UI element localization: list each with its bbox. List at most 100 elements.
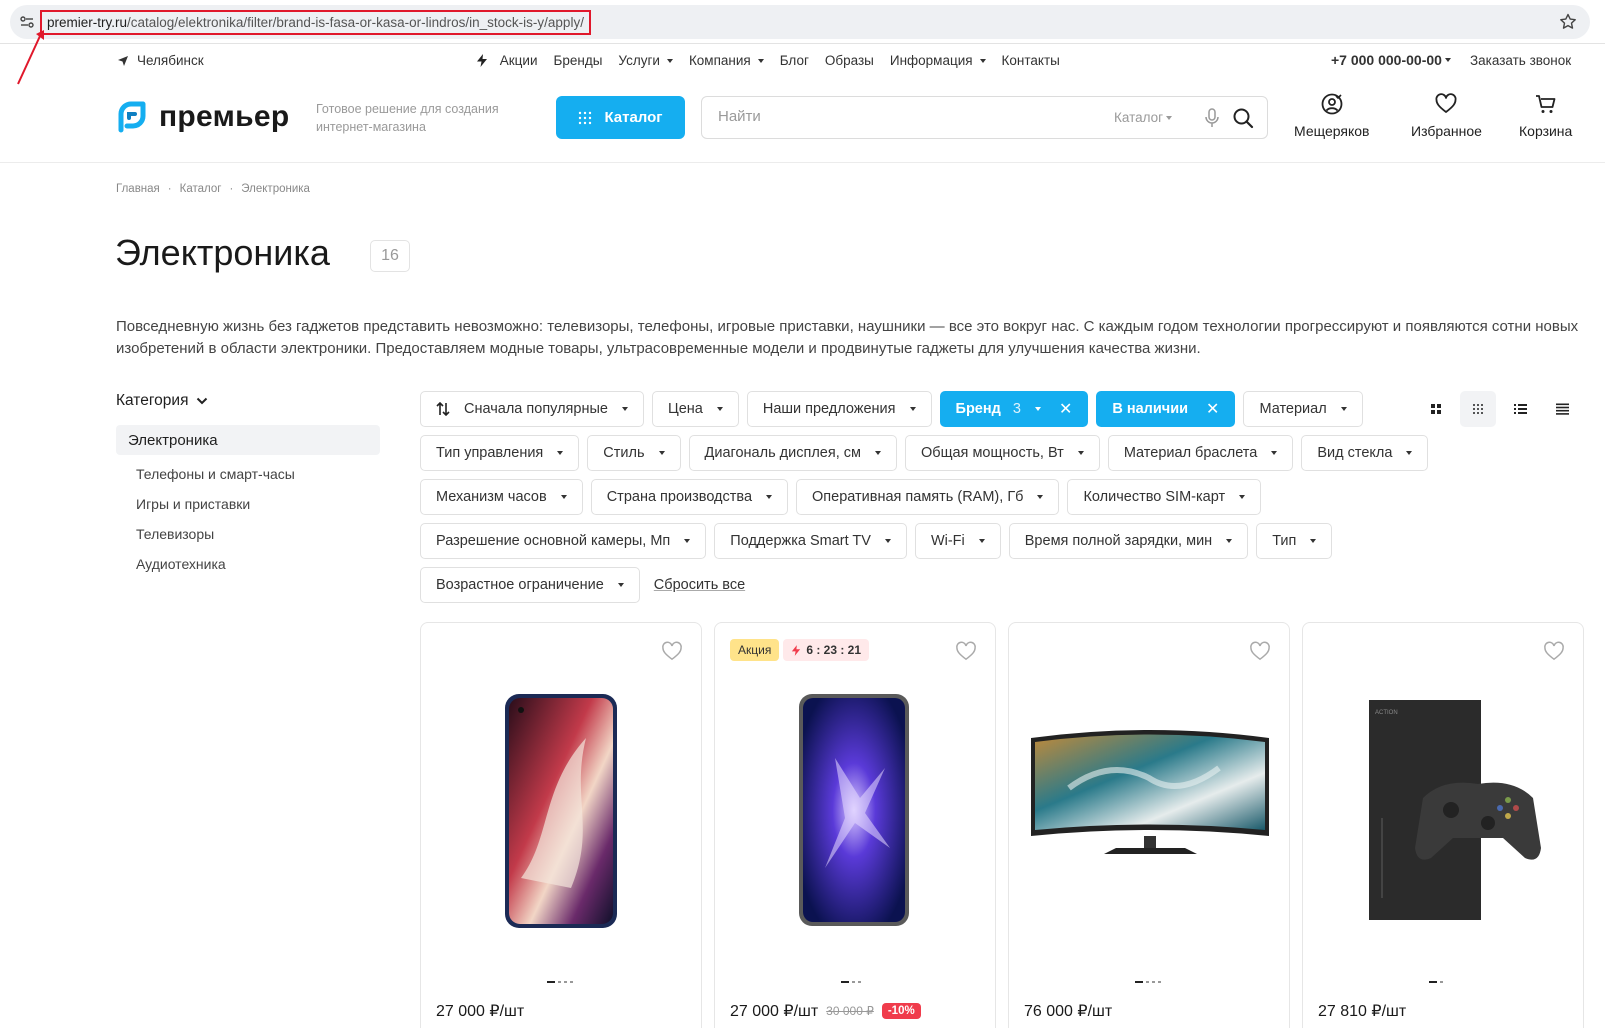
view-list-button[interactable] — [1502, 391, 1538, 427]
nav-brands[interactable]: Бренды — [554, 53, 603, 68]
logo-mark-icon — [118, 101, 146, 133]
image-pagination[interactable] — [1429, 981, 1443, 983]
sidebar-item[interactable]: Телевизоры — [136, 526, 295, 556]
filter-chip-in-stock[interactable]: В наличии ✕ — [1096, 391, 1236, 427]
breadcrumb-home[interactable]: Главная — [116, 183, 160, 195]
address-bar[interactable]: premier-try.ru/catalog/elektronika/filte… — [10, 5, 1590, 39]
catalog-button[interactable]: Каталог — [556, 96, 685, 139]
chevron-down-icon — [617, 583, 624, 587]
list-icon — [1513, 404, 1527, 414]
filter-chip-price[interactable]: Цена — [651, 391, 739, 427]
sidebar-item[interactable]: Телефоны и смарт-часы — [136, 466, 295, 496]
reset-filters-link[interactable]: Сбросить все — [647, 567, 752, 603]
grid-large-icon — [1431, 404, 1441, 414]
view-table-button[interactable] — [1544, 391, 1580, 427]
product-image[interactable] — [715, 678, 996, 928]
heart-icon[interactable] — [1543, 641, 1565, 661]
image-pagination[interactable] — [841, 981, 861, 983]
close-icon[interactable]: ✕ — [1206, 399, 1219, 419]
image-pagination[interactable] — [1135, 981, 1161, 983]
favorites-link[interactable]: Избранное — [1411, 92, 1482, 139]
sidebar-item-active[interactable]: Электроника — [116, 425, 380, 455]
logo[interactable]: премьер — [115, 100, 289, 134]
cart-link[interactable]: Корзина — [1519, 92, 1572, 139]
product-card[interactable]: 76 000 ₽/шт — [1008, 622, 1290, 1028]
nav-promotions[interactable]: Акции — [476, 53, 538, 68]
heart-icon[interactable] — [661, 641, 683, 661]
header-divider — [0, 162, 1605, 163]
close-icon[interactable]: ✕ — [1059, 399, 1072, 419]
chevron-down-icon — [766, 495, 773, 499]
sidebar-item[interactable]: Аудиотехника — [136, 556, 295, 586]
filter-chip-glass[interactable]: Вид стекла — [1301, 435, 1429, 471]
product-price: 27 000 ₽/шт 30 000 ₽ -10% — [730, 1001, 921, 1021]
category-toggle[interactable]: Категория — [116, 392, 208, 410]
product-image[interactable] — [1009, 678, 1290, 928]
chevron-down-icon — [560, 495, 567, 499]
breadcrumb-catalog[interactable]: Каталог — [180, 183, 222, 195]
bookmark-star-icon[interactable] — [1558, 12, 1578, 32]
heart-icon[interactable] — [1249, 641, 1271, 661]
profile-link[interactable]: Мещеряков — [1294, 92, 1369, 139]
subcategory-list: Телефоны и смарт-часы Игры и приставки Т… — [136, 466, 295, 586]
filter-chip-movement[interactable]: Механизм часов — [420, 479, 583, 515]
location-arrow-icon — [118, 55, 128, 66]
nav-info[interactable]: Информация — [890, 53, 986, 68]
nav-contacts[interactable]: Контакты — [1002, 53, 1060, 68]
filter-chip-sim[interactable]: Количество SIM-карт — [1067, 479, 1262, 515]
sort-icon — [436, 402, 450, 416]
filter-chip-type[interactable]: Тип — [1256, 523, 1333, 559]
image-pagination[interactable] — [547, 981, 573, 983]
phone-number[interactable]: +7 000 000-00-00 — [1331, 52, 1451, 68]
top-nav: Акции Бренды Услуги Компания Блог Образы… — [476, 53, 1060, 68]
product-price: 76 000 ₽/шт — [1024, 1003, 1113, 1020]
filter-bar: Сначала популярные Цена Наши предложения… — [420, 391, 1460, 603]
filter-chip-wifi[interactable]: Wi-Fi — [914, 523, 1001, 559]
heart-icon[interactable] — [955, 641, 977, 661]
chevron-down-icon — [1034, 407, 1041, 411]
filter-chip-ram[interactable]: Оперативная память (RAM), Гб — [796, 479, 1060, 515]
url-text[interactable]: premier-try.ru/catalog/elektronika/filte… — [40, 10, 591, 35]
nav-looks[interactable]: Образы — [825, 53, 874, 68]
microphone-icon[interactable] — [1202, 107, 1222, 129]
filter-chip-country[interactable]: Страна производства — [590, 479, 789, 515]
callback-link[interactable]: Заказать звонок — [1470, 53, 1571, 68]
view-small-grid-button[interactable] — [1460, 391, 1496, 427]
logo-text: премьер — [159, 100, 290, 133]
filter-chip-brand[interactable]: Бренд 3 ✕ — [939, 391, 1089, 427]
nav-blog[interactable]: Блог — [780, 53, 809, 68]
product-image[interactable] — [421, 678, 702, 928]
search-input[interactable] — [718, 108, 1078, 125]
filter-chip-diagonal[interactable]: Диагональ дисплея, см — [688, 435, 897, 471]
filter-chip-age[interactable]: Возрастное ограничение — [420, 567, 640, 603]
filter-chip-charge-time[interactable]: Время полной зарядки, мин — [1008, 523, 1249, 559]
breadcrumb-current: Электроника — [241, 183, 310, 195]
product-card[interactable]: Акция 6 : 23 : 21 27 000 ₽/шт 30 000 ₽ -… — [714, 622, 996, 1028]
user-icon — [1321, 93, 1343, 115]
search-icon[interactable] — [1232, 107, 1254, 129]
chevron-down-icon — [684, 539, 691, 543]
product-card[interactable]: ACTION 27 810 ₽/шт — [1302, 622, 1584, 1028]
nav-company[interactable]: Компания — [689, 53, 764, 68]
lightning-icon — [792, 644, 801, 656]
filter-chip-smart-tv[interactable]: Поддержка Smart TV — [714, 523, 907, 559]
url-path: /catalog/elektronika/filter/brand-is-fas… — [127, 15, 584, 30]
sidebar-item[interactable]: Игры и приставки — [136, 496, 295, 526]
filter-chip-strap-material[interactable]: Материал браслета — [1107, 435, 1294, 471]
view-large-grid-button[interactable] — [1418, 391, 1454, 427]
url-host: premier-try.ru — [47, 15, 128, 30]
breadcrumb: Главная · Каталог · Электроника — [116, 183, 310, 195]
filter-chip-camera[interactable]: Разрешение основной камеры, Мп — [420, 523, 707, 559]
nav-services[interactable]: Услуги — [618, 53, 673, 68]
filter-chip-offers[interactable]: Наши предложения — [746, 391, 932, 427]
filter-chip-material[interactable]: Материал — [1243, 391, 1363, 427]
sort-dropdown[interactable]: Сначала популярные — [420, 391, 644, 427]
city-selector[interactable]: Челябинск — [117, 53, 204, 68]
filter-chip-control-type[interactable]: Тип управления — [420, 435, 580, 471]
product-card[interactable]: 27 000 ₽/шт — [420, 622, 702, 1028]
chevron-down-icon — [1166, 115, 1173, 120]
filter-chip-power[interactable]: Общая мощность, Вт — [904, 435, 1100, 471]
product-image[interactable]: ACTION — [1303, 678, 1584, 928]
filter-chip-style[interactable]: Стиль — [587, 435, 681, 471]
search-scope-select[interactable]: Каталог — [1114, 110, 1173, 125]
